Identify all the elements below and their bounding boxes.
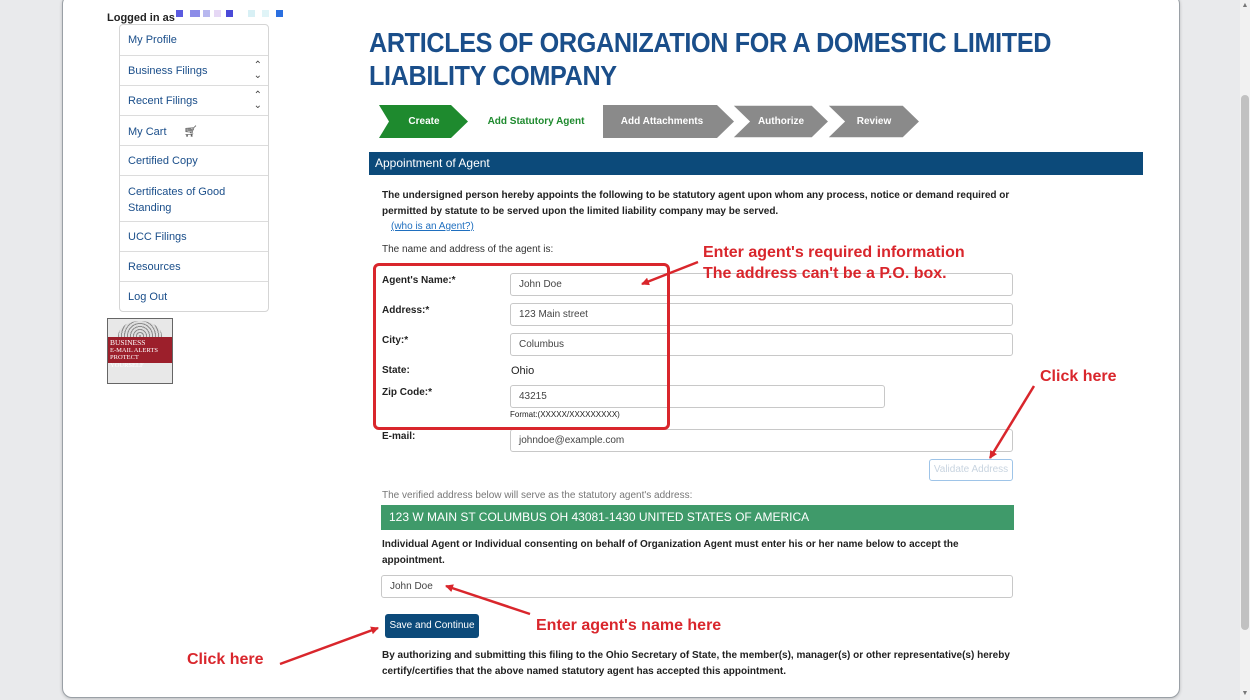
annotation-agent-info-line2: The address can't be a P.O. box. (703, 265, 947, 282)
step-add-statutory-agent[interactable]: Add Statutory Agent (471, 105, 601, 138)
scroll-thumb[interactable] (1241, 95, 1249, 630)
scrollbar[interactable]: ▲ ▼ (1240, 0, 1250, 700)
scroll-up-icon[interactable]: ▲ (1241, 1, 1249, 11)
sidebar-item-label: UCC Filings (128, 231, 187, 243)
required-info-highlight (373, 263, 670, 430)
annotation-enter-name: Enter agent's name here (536, 617, 722, 634)
sidebar-item-label: Business Filings (128, 65, 208, 77)
cart-icon: 🛒︎ (183, 126, 198, 138)
agent-signature-input[interactable]: John Doe (381, 575, 1013, 598)
sidebar-item-ucc-filings[interactable]: UCC Filings (120, 221, 268, 251)
logged-in-label: Logged in as (107, 12, 175, 24)
section-header: Appointment of Agent (369, 152, 1143, 175)
badge-line3: PROTECT YOURSELF (110, 354, 144, 369)
sidebar-item-certified-copy[interactable]: Certified Copy (120, 145, 268, 175)
annotation-click-here-validate: Click here (1040, 368, 1117, 385)
name-address-label: The name and address of the agent is: (382, 244, 554, 255)
appointment-intro-text: The undersigned person hereby appoints t… (382, 190, 1010, 217)
sidebar-item-my-cart[interactable]: My Cart 🛒︎ (120, 115, 268, 145)
sidebar-item-recent-filings[interactable]: Recent Filings ⌃ ⌄ (120, 85, 268, 115)
step-label: Add Statutory Agent (487, 116, 585, 127)
badge-line2: E-MAIL ALERTS (110, 346, 158, 354)
step-label: Add Attachments (620, 116, 704, 127)
annotation-click-here-save: Click here (187, 651, 264, 668)
who-is-agent-link[interactable]: (who is an Agent?) (391, 221, 474, 232)
step-label: Create (408, 116, 440, 127)
step-review[interactable]: Review (827, 105, 923, 138)
badge-line1: BUSINESS (110, 338, 146, 347)
verified-address: 123 W MAIN ST COLUMBUS OH 43081-1430 UNI… (381, 505, 1014, 530)
sidebar-nav: My Profile Business Filings ⌃ ⌄ Recent Fi… (119, 24, 269, 312)
chevron-up-down-icon: ⌃ ⌄ (253, 59, 262, 81)
sidebar-item-business-filings[interactable]: Business Filings ⌃ ⌄ (120, 55, 268, 85)
sidebar-item-label: Recent Filings (128, 95, 198, 107)
email-alerts-badge[interactable]: BUSINESS E-MAIL ALERTS PROTECT YOURSELF (107, 318, 173, 384)
save-and-continue-button[interactable]: Save and Continue (385, 614, 479, 638)
scroll-down-icon[interactable]: ▼ (1241, 689, 1249, 699)
sidebar-item-my-profile[interactable]: My Profile (120, 25, 268, 55)
step-label: Authorize (757, 116, 805, 127)
sidebar-item-log-out[interactable]: Log Out (120, 281, 268, 311)
step-add-attachments[interactable]: Add Attachments (603, 105, 735, 138)
sidebar-item-label: Log Out (128, 291, 168, 303)
sidebar-item-label: Certificates of Good Standing (128, 186, 226, 214)
step-label: Review (856, 116, 892, 127)
step-create[interactable]: Create (379, 105, 469, 138)
email-label: E-mail: (382, 431, 416, 442)
sidebar-item-certificates-good-standing[interactable]: Certificates of Good Standing (120, 175, 268, 221)
sidebar-item-label: My Cart (128, 126, 167, 138)
step-authorize[interactable]: Authorize (732, 105, 830, 138)
page-title: ARTICLES OF ORGANIZATION FOR A DOMESTIC … (369, 27, 1052, 91)
consent-text: Individual Agent or Individual consentin… (382, 539, 959, 566)
sidebar-item-label: Resources (128, 261, 181, 273)
sidebar-item-label: Certified Copy (128, 155, 198, 167)
annotation-agent-info-line1: Enter agent's required information (703, 244, 965, 261)
email-input[interactable]: johndoe@example.com (510, 429, 1013, 452)
validate-address-button[interactable]: Validate Address (929, 459, 1013, 481)
verified-address-note: The verified address below will serve as… (382, 490, 693, 501)
authorize-statement: By authorizing and submitting this filin… (382, 650, 1010, 677)
badge-text: BUSINESS E-MAIL ALERTS PROTECT YOURSELF (108, 337, 172, 369)
chevron-up-down-icon: ⌃ ⌄ (253, 89, 262, 111)
sidebar-item-resources[interactable]: Resources (120, 251, 268, 281)
progress-steps: Create Add Statutory Agent Add Attachmen… (379, 105, 939, 138)
redacted-username (176, 10, 286, 18)
sidebar-item-label: My Profile (128, 34, 177, 46)
